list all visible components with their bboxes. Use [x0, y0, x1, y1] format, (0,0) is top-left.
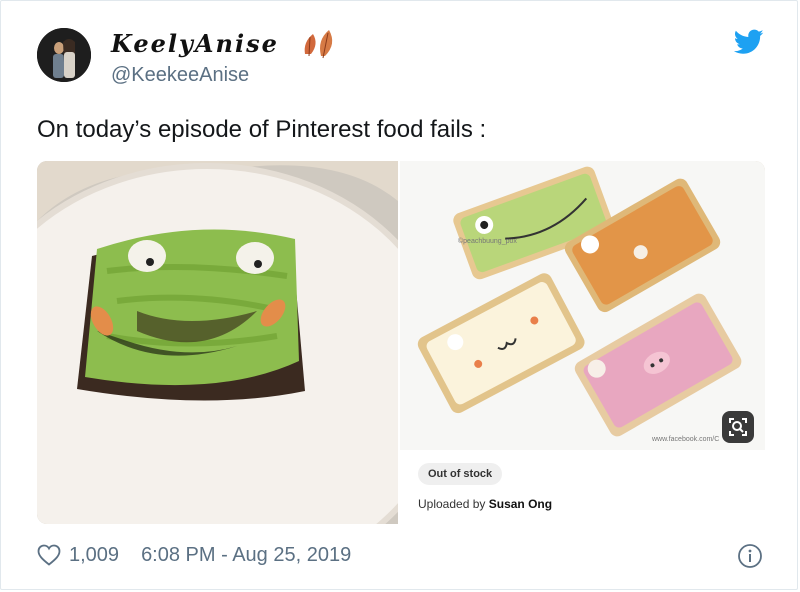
twitter-bird-icon[interactable] — [734, 29, 764, 55]
avocado-toast-photo — [37, 161, 398, 524]
tweet-photo-left[interactable] — [37, 161, 398, 524]
tweet-photo-right[interactable]: ©peachbuung_pox www.facebook.com/C — [400, 161, 765, 450]
cute-toast-photo — [400, 161, 765, 450]
user-handle[interactable]: @KeekeeAnise — [111, 63, 249, 87]
tweet-card: KeelyAnise @KeekeeAnise On today’s episo… — [0, 0, 798, 590]
visual-search-button[interactable] — [722, 411, 754, 443]
uploaded-by-line: Uploaded by Susan Ong — [418, 497, 552, 511]
photo-watermark-bottom: www.facebook.com/C — [652, 436, 720, 443]
heart-icon[interactable] — [37, 544, 61, 566]
pin-info-panel: Out of stock Uploaded by Susan Ong — [400, 450, 765, 524]
avatar[interactable] — [37, 28, 91, 82]
uploaded-prefix: Uploaded by — [418, 497, 486, 511]
like-count[interactable]: 1,009 — [69, 542, 119, 568]
stock-status-badge: Out of stock — [418, 463, 503, 485]
tweet-text: On today’s episode of Pinterest food fai… — [37, 116, 487, 143]
display-name[interactable]: KeelyAnise — [111, 29, 279, 59]
visual-search-icon — [729, 418, 747, 436]
leaf-emoji-icon — [304, 30, 333, 59]
info-icon[interactable] — [737, 543, 763, 569]
tweet-footer: 1,009 6:08 PM - Aug 25, 2019 — [37, 542, 351, 568]
uploader-name[interactable]: Susan Ong — [489, 497, 552, 511]
tweet-timestamp[interactable]: 6:08 PM - Aug 25, 2019 — [141, 542, 351, 568]
photo-watermark-top: ©peachbuung_pox — [458, 238, 517, 245]
